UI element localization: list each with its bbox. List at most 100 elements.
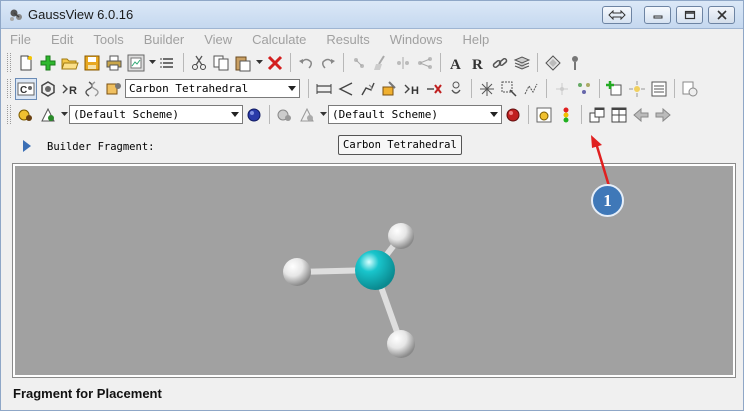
menu-edit[interactable]: Edit — [51, 32, 73, 47]
inquire-button[interactable] — [379, 78, 401, 100]
modify-dihedral-button[interactable] — [357, 78, 379, 100]
biological-fragment-button[interactable] — [81, 78, 103, 100]
display-format-button-2[interactable] — [274, 104, 296, 126]
custom-fragment-button[interactable] — [103, 78, 125, 100]
delete-atom-button[interactable] — [423, 78, 445, 100]
close-button[interactable] — [708, 6, 735, 24]
copy-view-button[interactable] — [679, 78, 701, 100]
layers-button[interactable] — [511, 52, 533, 74]
inquire-icon — [382, 80, 396, 95]
atom-display-button[interactable] — [533, 104, 555, 126]
toolbar-grip[interactable] — [7, 79, 11, 98]
fragment-preview-viewport[interactable] — [12, 163, 736, 378]
open-button[interactable] — [59, 52, 81, 74]
cascade-windows-button[interactable] — [586, 104, 608, 126]
builder-fragment-label: Builder Fragment: — [47, 141, 155, 153]
save-button[interactable] — [81, 52, 103, 74]
atom-groups-button[interactable] — [573, 78, 595, 100]
menu-results[interactable]: Results — [326, 32, 369, 47]
tile-windows-button[interactable] — [608, 104, 630, 126]
scheme-apply-button-2[interactable] — [502, 104, 524, 126]
traffic-light-button[interactable] — [555, 104, 577, 126]
menu-calculate[interactable]: Calculate — [252, 32, 306, 47]
annotation-arrow — [591, 135, 611, 187]
main-toolbar: A R — [5, 50, 586, 75]
mirror-button[interactable] — [392, 52, 414, 74]
text-a-button[interactable]: A — [445, 52, 467, 74]
copy-view-icon — [682, 81, 698, 96]
menu-view[interactable]: View — [204, 32, 232, 47]
explode-button[interactable] — [626, 78, 648, 100]
scheme-select-2-value: (Default Scheme) — [332, 108, 438, 121]
scissors-icon — [192, 55, 206, 70]
paste-button[interactable] — [232, 52, 254, 74]
toolbar-grip[interactable] — [7, 53, 11, 72]
color-scheme-dropdown-2[interactable] — [318, 104, 328, 126]
delete-button[interactable] — [264, 52, 286, 74]
redo-icon — [322, 58, 335, 69]
color-scheme-button[interactable] — [37, 104, 59, 126]
undo-button[interactable] — [295, 52, 317, 74]
list-button[interactable] — [157, 52, 179, 74]
ring-fragment-button[interactable] — [37, 78, 59, 100]
r-group-button[interactable]: R — [59, 78, 81, 100]
modify-angle-button[interactable] — [335, 78, 357, 100]
fragment-select-arrow[interactable] — [285, 80, 299, 97]
color-scheme-dropdown[interactable] — [59, 104, 69, 126]
paste-dropdown[interactable] — [254, 52, 264, 74]
new-file-button[interactable] — [15, 52, 37, 74]
paste-icon — [235, 56, 251, 71]
image-export-button[interactable] — [125, 52, 147, 74]
add-button[interactable] — [37, 52, 59, 74]
menu-tools[interactable]: Tools — [93, 32, 123, 47]
add-valence-button[interactable]: H — [401, 78, 423, 100]
menu-windows[interactable]: Windows — [390, 32, 443, 47]
color-scheme-button-2[interactable] — [296, 104, 318, 126]
add-green-icon — [606, 80, 622, 95]
menu-file[interactable]: File — [10, 32, 31, 47]
rebond-button[interactable] — [414, 52, 436, 74]
copy-button[interactable] — [210, 52, 232, 74]
pin-button[interactable] — [564, 52, 586, 74]
previous-button[interactable] — [630, 104, 652, 126]
red-globe-icon — [506, 108, 520, 121]
rebond-builder-button[interactable] — [445, 78, 467, 100]
scheme-select-1-arrow[interactable] — [228, 106, 242, 123]
list-atoms-button[interactable] — [648, 78, 670, 100]
next-button[interactable] — [652, 104, 674, 126]
select-atoms-button[interactable] — [476, 78, 498, 100]
display-format-button[interactable] — [15, 104, 37, 126]
clean-button[interactable] — [370, 52, 392, 74]
print-button[interactable] — [103, 52, 125, 74]
toolbar-separator — [440, 53, 441, 72]
menu-help[interactable]: Help — [462, 32, 489, 47]
rebond-icon — [418, 56, 432, 69]
menu-builder[interactable]: Builder — [144, 32, 184, 47]
element-fragment-button[interactable]: C — [15, 77, 37, 100]
arrow-left-icon — [633, 107, 649, 122]
point-group-button[interactable] — [551, 78, 573, 100]
select-path-button[interactable] — [520, 78, 542, 100]
minimize-button[interactable] — [644, 6, 671, 24]
image-export-dropdown[interactable] — [147, 52, 157, 74]
cut-button[interactable] — [188, 52, 210, 74]
maximize-button[interactable] — [676, 6, 703, 24]
fragment-select[interactable]: Carbon Tetrahedral — [125, 79, 300, 98]
link-button[interactable] — [489, 52, 511, 74]
add-to-group-button[interactable] — [604, 78, 626, 100]
scheme-apply-button-1[interactable] — [243, 104, 265, 126]
window-swap-button[interactable] — [602, 6, 632, 24]
scheme-select-1[interactable]: (Default Scheme) — [69, 105, 243, 124]
toolbar-grip[interactable] — [7, 105, 11, 124]
modify-bond-button[interactable] — [313, 78, 335, 100]
select-region-button[interactable] — [498, 78, 520, 100]
toolbar-separator — [290, 53, 291, 72]
expand-arrow-icon[interactable] — [23, 140, 31, 152]
diamond-button[interactable] — [542, 52, 564, 74]
select-region-icon — [501, 81, 517, 97]
symmetry-button[interactable] — [348, 52, 370, 74]
redo-button[interactable] — [317, 52, 339, 74]
text-r-button[interactable]: R — [467, 52, 489, 74]
scheme-select-2[interactable]: (Default Scheme) — [328, 105, 502, 124]
scheme-select-2-arrow[interactable] — [487, 106, 501, 123]
